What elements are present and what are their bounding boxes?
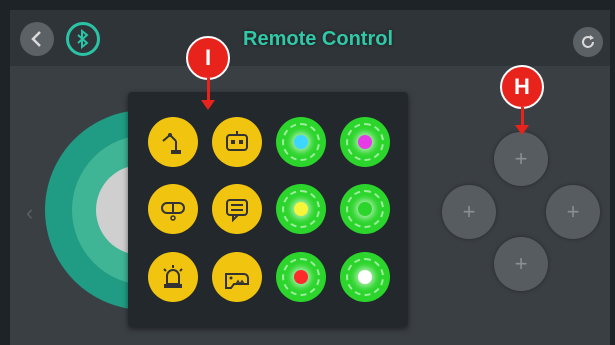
light-rays-icon [346,190,384,228]
annotation-arrowhead-i [201,100,215,110]
robot-arm-icon [162,133,181,154]
annotation-marker-h: H [500,65,544,109]
chevron-left-icon: ‹ [26,200,34,225]
light-rays-icon [282,190,320,228]
annotation-arrow-h [521,107,524,125]
robot-arm-button[interactable] [148,117,198,167]
light-green-button[interactable] [340,184,390,234]
light-red-button[interactable] [276,252,326,302]
light-white-button[interactable] [340,252,390,302]
annotation-arrow-i [207,78,210,100]
light-rays-icon [282,123,320,161]
bluetooth-button[interactable] [66,22,100,56]
light-yellow-button[interactable] [276,184,326,234]
message-icon [226,199,248,223]
back-button[interactable] [20,22,54,56]
refresh-icon [582,35,594,48]
message-button[interactable] [212,184,262,234]
dpad-up-button[interactable]: + [494,132,548,186]
alarm-siren-icon [163,265,183,288]
goggles-button[interactable] [148,184,198,234]
refresh-button[interactable] [573,27,603,57]
dinosaur-icon [225,273,249,289]
goggles-icon [161,202,185,221]
chevron-left-icon [31,31,41,47]
bluetooth-icon [77,29,89,49]
light-rays-icon [346,123,384,161]
light-rays-icon [346,258,384,296]
robot-face-button[interactable] [212,117,262,167]
light-rays-icon [282,258,320,296]
light-cyan-button[interactable] [276,117,326,167]
dpad-left-button[interactable]: + [442,185,496,239]
dpad-down-button[interactable]: + [494,237,548,291]
alarm-siren-button[interactable] [148,252,198,302]
function-panel [128,92,408,327]
page-title: Remote Control [243,28,393,50]
dinosaur-button[interactable] [212,252,262,302]
light-magenta-button[interactable] [340,117,390,167]
dpad-right-button[interactable]: + [546,185,600,239]
annotation-marker-i: I [186,36,230,80]
robot-face-icon [226,131,248,151]
annotation-arrowhead-h [515,125,529,135]
